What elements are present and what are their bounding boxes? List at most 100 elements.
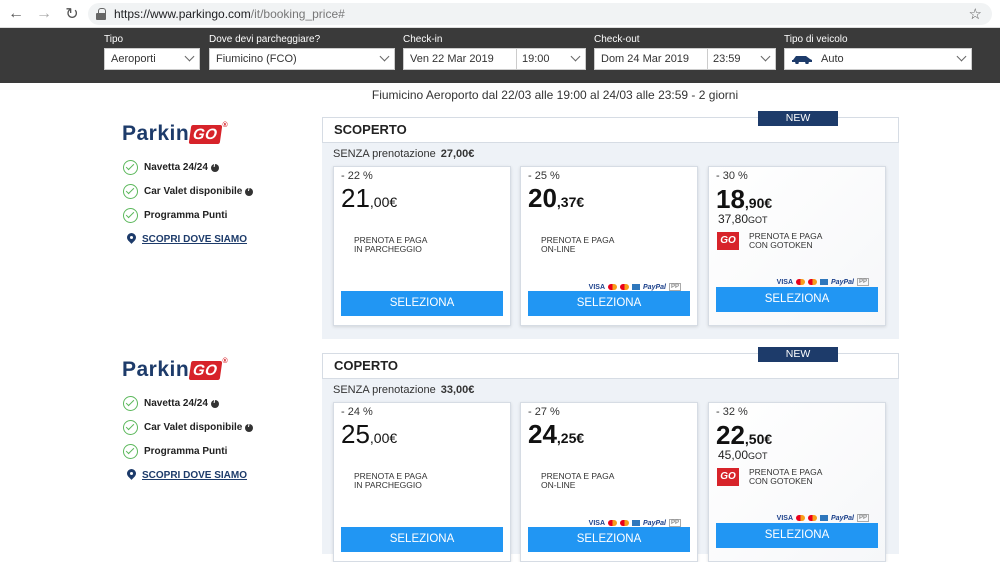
browser-toolbar: ← → ↻ https://www.parkingo.com/it/bookin… <box>0 0 1000 28</box>
section-coperto: COPERTO SENZA prenotazione 33,00€ NEW - 2… <box>322 347 899 562</box>
price-card: - 27 % 24,25€ PRENOTA E PAGA ON-LINE VISA… <box>520 402 698 562</box>
price: 20,37€ <box>528 183 585 213</box>
reload-icon[interactable]: ↻ <box>62 4 82 24</box>
address-bar[interactable]: https://www.parkingo.com/it/booking_pric… <box>88 3 992 25</box>
discover-link-row: SCOPRI DOVE SIAMO <box>123 233 247 245</box>
checkin-date-input[interactable]: Ven 22 Mar 2019 <box>410 53 516 65</box>
back-arrow-icon[interactable]: ← <box>6 4 26 24</box>
info-icon[interactable] <box>210 398 219 408</box>
map-pin-icon <box>127 233 136 245</box>
checkin-time-select[interactable]: 19:00 <box>522 53 550 65</box>
discount-label: - 32 % <box>716 406 748 418</box>
feature-points: Programma Punti <box>123 444 227 459</box>
search-bar: Tipo Aeroporti Dove devi parcheggiare? F… <box>0 28 1000 83</box>
tipo-value: Aeroporti <box>111 53 156 65</box>
check-icon <box>123 420 138 435</box>
feature-points: Programma Punti <box>123 208 227 223</box>
discount-label: - 25 % <box>528 170 560 182</box>
vehicle-select[interactable]: Auto <box>784 48 972 70</box>
logo-reg: ® <box>222 358 229 365</box>
check-icon <box>123 396 138 411</box>
feature-valet: Car Valet disponibile <box>123 420 254 435</box>
price: 24,25€ <box>528 419 585 449</box>
payment-methods: VISA PayPal PP <box>589 519 681 527</box>
checkout-time-select[interactable]: 23:59 <box>713 53 741 65</box>
paypal-icon: PayPal <box>643 519 666 527</box>
info-icon[interactable] <box>210 162 219 172</box>
price: 25,00€ <box>341 419 398 449</box>
select-button[interactable]: SELEZIONA <box>528 291 690 316</box>
select-button[interactable]: SELEZIONA <box>341 291 503 316</box>
amex-icon <box>820 279 829 285</box>
visa-icon: VISA <box>588 283 606 291</box>
chevron-down-icon <box>956 51 967 62</box>
payment-description: PRENOTA E PAGA IN PARCHEGGIO <box>354 235 428 254</box>
checkout-field: Dom 24 Mar 2019 23:59 <box>594 48 776 70</box>
forward-arrow-icon[interactable]: → <box>34 4 54 24</box>
gotoken-price: 45,00GOT <box>718 448 768 462</box>
checkout-date-input[interactable]: Dom 24 Mar 2019 <box>601 53 707 65</box>
info-icon[interactable] <box>245 422 254 432</box>
no-reservation-price: SENZA prenotazione 27,00€ <box>333 148 475 160</box>
feature-label: Navetta 24/24 <box>144 162 208 173</box>
visa-icon: VISA <box>588 519 606 527</box>
discover-link-row: SCOPRI DOVE SIAMO <box>123 469 247 481</box>
chevron-down-icon <box>570 51 581 62</box>
price-card: - 24 % 25,00€ PRENOTA E PAGA IN PARCHEGGI… <box>333 402 511 562</box>
feature-shuttle: Navetta 24/24 <box>123 160 219 175</box>
vehicle-value: Auto <box>821 53 844 65</box>
discover-link[interactable]: SCOPRI DOVE SIAMO <box>142 234 247 245</box>
price: 21,00€ <box>341 183 398 213</box>
where-label: Dove devi parcheggiare? <box>209 34 321 45</box>
checkin-label: Check-in <box>403 34 443 45</box>
paypal-icon: PayPal <box>831 278 854 286</box>
pp-icon: PP <box>856 514 869 522</box>
paypal-icon: PayPal <box>643 283 666 291</box>
logo-reg: ® <box>222 122 229 129</box>
mastercard-icon <box>608 284 618 290</box>
payment-methods: VISA PayPal PP <box>777 514 869 522</box>
discover-link[interactable]: SCOPRI DOVE SIAMO <box>142 470 247 481</box>
bookmark-star-icon[interactable]: ☆ <box>969 5 982 23</box>
price-card-gotoken: - 30 % 18,90€ 37,80GOT GO PRENOTA E PAGA… <box>708 166 886 326</box>
select-button[interactable]: SELEZIONA <box>716 287 878 312</box>
no-reservation-price: SENZA prenotazione 33,00€ <box>333 384 475 396</box>
info-icon[interactable] <box>245 186 254 196</box>
logo-text: Parkin <box>122 122 190 145</box>
where-select[interactable]: Fiumicino (FCO) <box>209 48 395 70</box>
price: 22,50€ <box>716 420 773 450</box>
mastercard-icon <box>796 279 806 285</box>
new-badge: NEW <box>758 347 838 362</box>
logo-text: Parkin <box>122 358 190 381</box>
check-icon <box>123 184 138 199</box>
check-icon <box>123 160 138 175</box>
vehicle-label: Tipo di veicolo <box>784 34 848 45</box>
lock-icon <box>96 8 106 20</box>
payment-description: PRENOTA E PAGA ON-LINE <box>541 235 615 254</box>
payment-description: PRENOTA E PAGA ON-LINE <box>541 471 615 490</box>
amex-icon <box>632 284 641 290</box>
checkin-field: Ven 22 Mar 2019 19:00 <box>403 48 586 70</box>
select-button[interactable]: SELEZIONA <box>528 527 690 552</box>
divider <box>516 49 517 69</box>
car-icon <box>792 56 812 64</box>
price: 18,90€ <box>716 184 773 214</box>
payment-description: PRENOTA E PAGA CON GOTOKEN <box>749 231 823 250</box>
pp-icon: PP <box>668 283 681 291</box>
tipo-select[interactable]: Aeroporti <box>104 48 200 70</box>
parkingo-logo[interactable]: Parkin GO ® <box>122 358 228 382</box>
parkingo-logo[interactable]: Parkin GO ® <box>122 122 228 146</box>
where-value: Fiumicino (FCO) <box>216 53 297 65</box>
feature-label: Car Valet disponibile <box>144 422 243 433</box>
payment-methods: VISA PayPal PP <box>589 283 681 291</box>
select-button[interactable]: SELEZIONA <box>716 523 878 548</box>
feature-label: Programma Punti <box>144 446 228 457</box>
select-button[interactable]: SELEZIONA <box>341 527 503 552</box>
tipo-label: Tipo <box>104 34 124 45</box>
check-icon <box>123 444 138 459</box>
price-card: - 25 % 20,37€ PRENOTA E PAGA ON-LINE VISA… <box>520 166 698 326</box>
divider <box>707 49 708 69</box>
pp-icon: PP <box>856 278 869 286</box>
url-domain: https://www.parkingo.com <box>114 7 251 21</box>
maestro-icon <box>620 284 630 290</box>
